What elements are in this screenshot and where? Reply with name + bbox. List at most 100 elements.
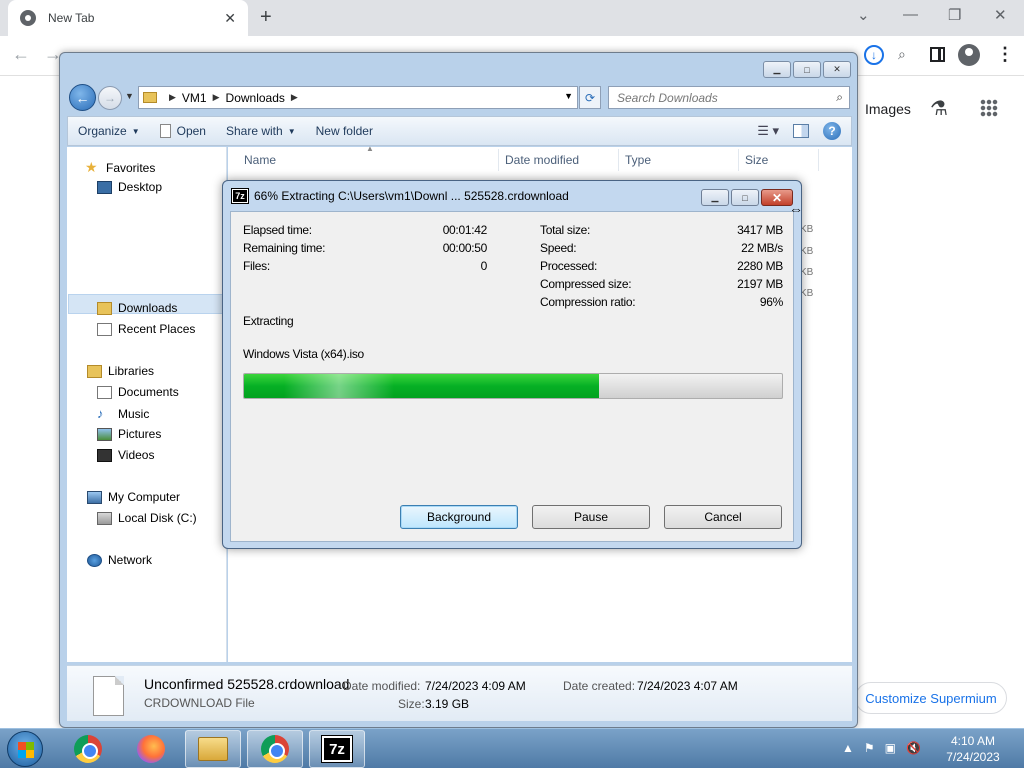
search-icon[interactable]: ⌕	[898, 46, 906, 63]
download-icon[interactable]: ↓	[864, 45, 884, 65]
remaining-time-label: Remaining time:	[243, 241, 326, 255]
dialog-maximize-icon[interactable]: □	[731, 189, 759, 206]
forward-button-icon[interactable]: →	[98, 86, 122, 110]
taskbar: 7z ▲ ⚑ ▣ 🔇 4:10 AM 7/24/2023	[0, 728, 1024, 768]
nav-item-downloads[interactable]: Downloads	[97, 301, 177, 315]
total-size-label: Total size:	[540, 223, 591, 237]
nav-label: Music	[118, 406, 150, 421]
profile-avatar-icon[interactable]	[958, 44, 980, 66]
open-button[interactable]: Open	[150, 124, 216, 138]
nav-item-videos[interactable]: Videos	[97, 448, 154, 462]
sevenzip-app-icon: 7z	[231, 188, 249, 204]
search-icon[interactable]: ⌕	[836, 90, 849, 105]
browser-tab[interactable]: New Tab ✕	[8, 0, 248, 36]
close-tab-icon[interactable]: ✕	[224, 10, 236, 27]
new-folder-button[interactable]: New folder	[306, 124, 383, 138]
flag-icon[interactable]: ⚑	[864, 741, 875, 755]
images-link[interactable]: Images	[865, 101, 911, 117]
back-button-icon[interactable]: ←	[69, 84, 96, 111]
minimize-icon[interactable]: —	[903, 6, 918, 23]
breadcrumb-downloads[interactable]: Downloads	[226, 91, 285, 105]
explorer-maximize-icon[interactable]: □	[793, 61, 821, 78]
compression-ratio-value: 96%	[759, 295, 783, 309]
change-view-icon[interactable]: ☰ ▾	[757, 123, 779, 139]
details-file-name: Unconfirmed 525528.crdownload	[144, 676, 350, 692]
processed-value: 2280 MB	[737, 259, 783, 273]
taskbar-supermium[interactable]	[247, 730, 303, 768]
taskbar-sevenzip[interactable]: 7z	[309, 730, 365, 768]
address-dropdown-icon[interactable]: ▼	[564, 91, 573, 101]
nav-label: Local Disk (C:)	[118, 511, 197, 525]
column-header-size[interactable]: Size	[745, 153, 768, 167]
labs-flask-icon[interactable]: ⚗	[930, 96, 948, 121]
chevron-right-icon[interactable]: ▶	[291, 92, 298, 103]
nav-label: Recent Places	[118, 322, 196, 336]
details-date-created-label: Date created:	[563, 679, 636, 693]
nav-item-network[interactable]: Network	[87, 553, 152, 567]
back-arrow-icon[interactable]: ←	[12, 44, 30, 65]
taskbar-chrome[interactable]	[60, 730, 116, 768]
column-header-date-modified[interactable]: Date modified	[505, 153, 579, 167]
desktop-icon	[97, 180, 112, 194]
search-input[interactable]: Search Downloads ⌕	[608, 86, 850, 109]
column-header-type[interactable]: Type	[625, 153, 651, 167]
nav-item-local-disk[interactable]: Local Disk (C:)	[97, 511, 197, 525]
files-label: Files:	[243, 259, 270, 273]
network-tray-icon[interactable]: ▣	[885, 741, 896, 755]
file-icon	[93, 676, 124, 716]
remaining-time-value: 00:00:50	[442, 241, 488, 255]
breadcrumb-vm1[interactable]: VM1	[182, 91, 207, 105]
share-with-button[interactable]: Share with ▼	[216, 124, 306, 138]
disk-drive-icon	[97, 511, 112, 525]
tab-search-icon[interactable]: ⌄	[857, 6, 870, 24]
pause-button[interactable]: Pause	[532, 505, 650, 529]
dialog-title: 66% Extracting C:\Users\vm1\Downl ... 52…	[254, 189, 569, 203]
sevenzip-progress-dialog: 7z 66% Extracting C:\Users\vm1\Downl ...…	[222, 180, 802, 549]
restore-icon[interactable]: ❐	[948, 6, 961, 24]
clock-date: 7/24/2023	[946, 750, 1000, 764]
cancel-button[interactable]: Cancel	[664, 505, 782, 529]
column-divider[interactable]	[618, 149, 619, 171]
column-header-name[interactable]: Name	[244, 153, 276, 167]
help-icon[interactable]: ?	[823, 122, 841, 140]
nav-item-documents[interactable]: Documents	[97, 385, 179, 399]
chevron-right-icon[interactable]: ▶	[169, 92, 176, 103]
refresh-icon[interactable]: ⟳	[579, 86, 601, 109]
explorer-close-icon[interactable]: ✕	[823, 61, 851, 78]
new-tab-button[interactable]: +	[260, 6, 272, 29]
preview-pane-icon[interactable]	[793, 124, 809, 138]
column-divider[interactable]	[738, 149, 739, 171]
taskbar-clock[interactable]: 4:10 AM 7/24/2023	[930, 733, 1016, 765]
column-divider[interactable]	[818, 149, 819, 171]
nav-label: Favorites	[106, 160, 156, 175]
taskbar-firefox[interactable]	[123, 730, 179, 768]
file-size-cell: KB	[800, 246, 814, 257]
recent-pages-dropdown-icon[interactable]: ▼	[125, 91, 134, 101]
volume-muted-icon[interactable]: 🔇	[906, 741, 921, 755]
taskbar-explorer[interactable]	[185, 730, 241, 768]
dialog-minimize-icon[interactable]: ▁	[701, 189, 729, 206]
nav-item-my-computer[interactable]: My Computer	[87, 490, 180, 504]
nav-item-favorites[interactable]: ★ Favorites	[85, 159, 155, 176]
address-bar[interactable]: ▶ VM1 ▶ Downloads ▶ ▼	[138, 86, 578, 109]
tray-expand-icon[interactable]: ▲	[842, 741, 854, 755]
nav-item-libraries[interactable]: Libraries	[87, 364, 154, 378]
start-button[interactable]	[7, 731, 43, 767]
nav-item-pictures[interactable]: Pictures	[97, 427, 161, 441]
organize-button[interactable]: Organize ▼	[68, 124, 150, 138]
background-button[interactable]: Background	[400, 505, 518, 529]
apps-grid-icon[interactable]	[980, 99, 998, 117]
nav-item-music[interactable]: ♪ Music	[97, 406, 149, 421]
column-divider[interactable]	[498, 149, 499, 171]
nav-label: My Computer	[108, 490, 181, 504]
explorer-minimize-icon[interactable]: ▁	[763, 61, 791, 78]
nav-item-desktop[interactable]: Desktop	[97, 180, 162, 194]
kebab-menu-icon[interactable]: ⋮	[996, 44, 1014, 65]
customize-button[interactable]: Customize Supermium	[855, 682, 1007, 714]
nav-label: Documents	[118, 385, 179, 399]
close-window-icon[interactable]: ✕	[994, 6, 1007, 24]
nav-label: Desktop	[118, 180, 163, 194]
side-panel-icon[interactable]	[930, 47, 945, 62]
nav-item-recent-places[interactable]: Recent Places	[97, 322, 195, 336]
chevron-right-icon[interactable]: ▶	[213, 92, 220, 103]
